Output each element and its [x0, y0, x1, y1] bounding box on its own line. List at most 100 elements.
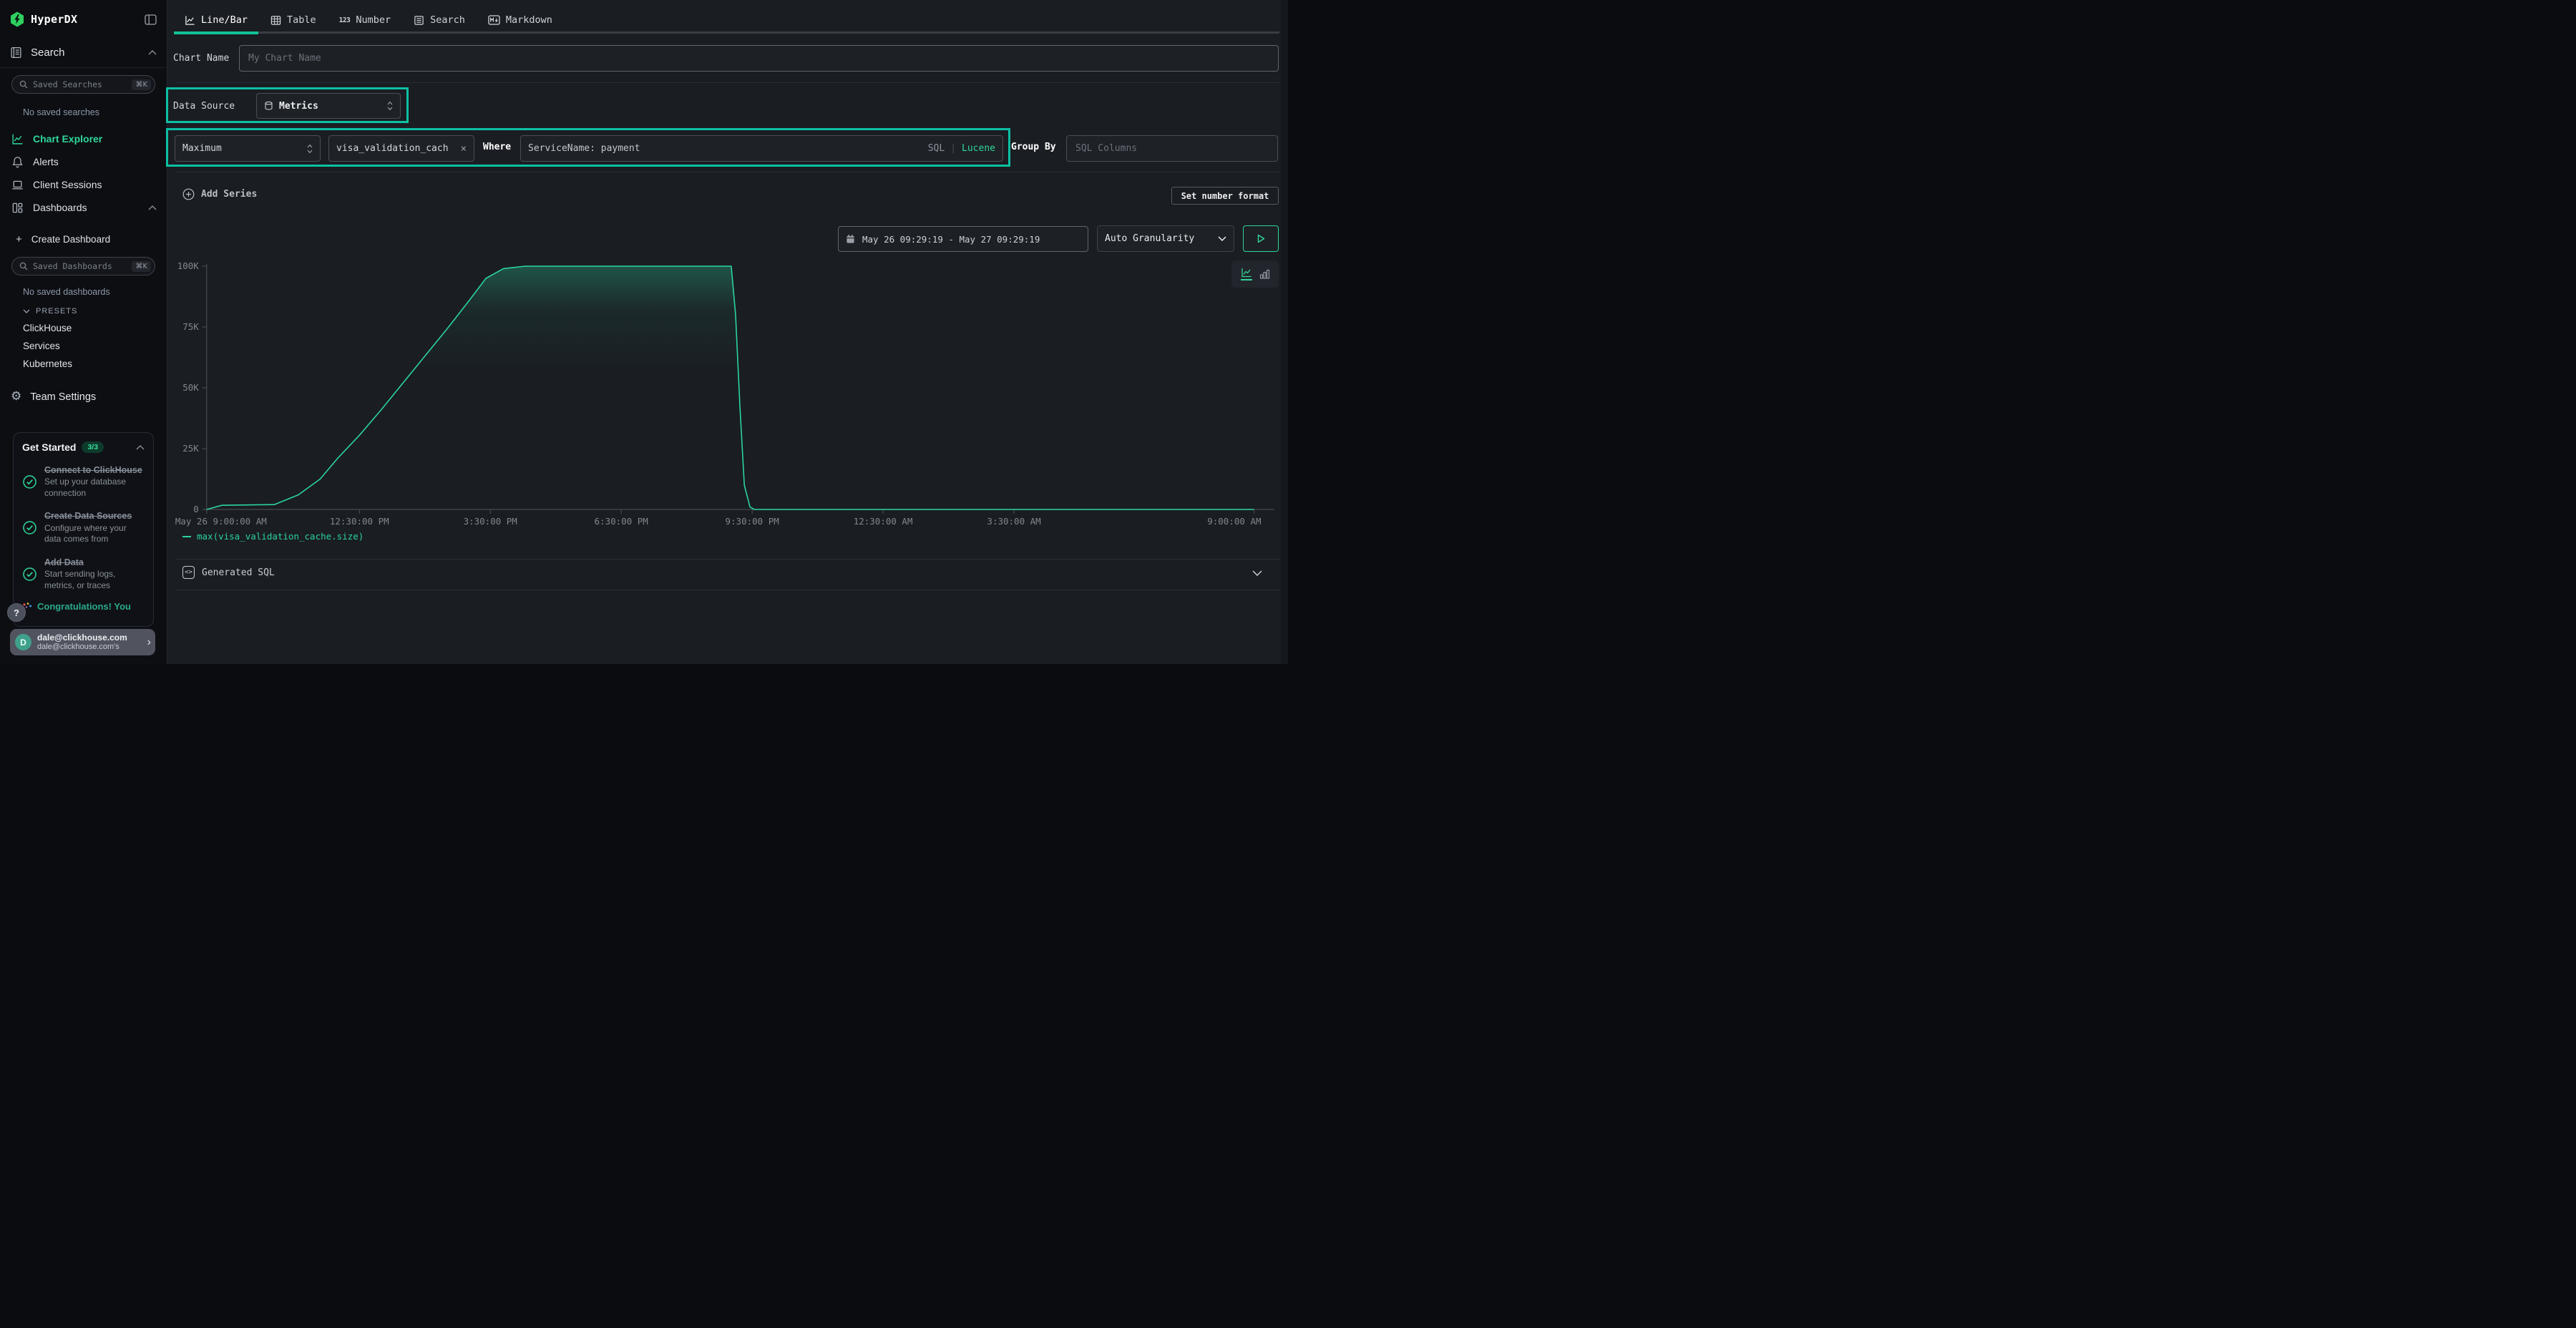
sidebar-item-alerts[interactable]: Alerts	[0, 150, 167, 173]
saved-dashboards-placeholder: Saved Dashboards	[33, 261, 112, 271]
calendar-icon	[846, 234, 855, 244]
completion-banner-partial: Congratulations! You	[22, 601, 145, 612]
chart-name-field[interactable]	[239, 45, 1279, 72]
preset-clickhouse[interactable]: ClickHouse	[23, 323, 167, 333]
tab-underline-active	[174, 31, 258, 34]
sidebar-item-label: Client Sessions	[33, 179, 102, 190]
user-menu[interactable]: D dale@clickhouse.com dale@clickhouse.co…	[10, 629, 155, 655]
date-range-value: May 26 09:29:19 - May 27 09:29:19	[862, 234, 1040, 245]
chevron-down-icon	[23, 309, 30, 313]
logo-row: HyperDX	[0, 0, 167, 27]
timeseries-chart[interactable]: 025K50K75K100KMay 26 9:00:00 AM12:30:00 …	[179, 258, 1281, 533]
create-dashboard-label: Create Dashboard	[31, 234, 110, 245]
check-circle-icon	[22, 567, 37, 582]
chart-name-input[interactable]	[247, 52, 1271, 64]
sidebar-divider	[0, 67, 167, 68]
saved-searches-placeholder: Saved Searches	[33, 79, 102, 89]
svg-text:9:30:00 PM: 9:30:00 PM	[726, 516, 779, 527]
chart-explorer-icon	[11, 133, 24, 145]
get-started-item-sources[interactable]: Create Data Sources Configure where your…	[22, 510, 145, 545]
app-root: HyperDX Search	[0, 0, 1288, 664]
group-by-input[interactable]	[1074, 142, 1270, 155]
table-icon	[270, 15, 281, 26]
generated-sql-label: Generated SQL	[202, 567, 275, 578]
add-series-button[interactable]: Add Series	[182, 188, 257, 200]
mode-separator: |	[950, 143, 956, 154]
svg-text:3:30:00 AM: 3:30:00 AM	[987, 516, 1040, 527]
tab-number[interactable]: 123 Number	[339, 14, 391, 26]
remove-metric-icon[interactable]: ×	[461, 143, 467, 155]
svg-text:100K: 100K	[177, 260, 200, 271]
no-saved-dashboards-text: No saved dashboards	[23, 287, 167, 297]
page-right-gutter	[1281, 0, 1288, 664]
collapse-sidebar-icon[interactable]	[145, 14, 157, 25]
number-123-icon: 123	[339, 16, 351, 24]
sidebar-item-chart-explorer[interactable]: Chart Explorer	[0, 127, 167, 150]
get-started-item-add-data[interactable]: Add Data Start sending logs, metrics, or…	[22, 557, 145, 591]
aggregation-select[interactable]: Maximum	[175, 135, 321, 162]
check-circle-icon	[22, 474, 37, 489]
svg-text:0: 0	[193, 504, 199, 514]
create-dashboard-button[interactable]: + Create Dashboard	[0, 228, 167, 250]
add-series-label: Add Series	[201, 189, 257, 200]
completion-banner-text: Congratulations! You	[37, 601, 131, 612]
sql-mode-toggle[interactable]: SQL	[928, 143, 945, 154]
get-started-title: Get Started	[22, 441, 76, 453]
tab-line-bar[interactable]: Line/Bar	[185, 14, 248, 26]
tab-markdown[interactable]: Markdown	[488, 14, 552, 26]
generated-sql-toggle[interactable]: <> Generated SQL	[182, 566, 275, 579]
help-button[interactable]: ?	[7, 603, 26, 622]
plus-icon: +	[16, 233, 22, 245]
metric-name: visa_validation_cach	[336, 143, 449, 154]
presets-label: PRESETS	[36, 307, 77, 316]
preset-services[interactable]: Services	[23, 341, 167, 351]
run-query-button[interactable]	[1243, 225, 1279, 252]
presets-toggle[interactable]: PRESETS	[23, 307, 167, 316]
data-source-value: Metrics	[279, 101, 318, 112]
group-by-label: Group By	[1011, 142, 1056, 152]
tab-search[interactable]: Search	[414, 14, 465, 26]
tab-label: Number	[356, 14, 391, 26]
data-source-select[interactable]: Metrics	[256, 93, 401, 119]
tab-label: Search	[430, 14, 465, 26]
add-circle-icon	[182, 188, 195, 200]
legend-item[interactable]: max(visa_validation_cache.size)	[182, 531, 364, 542]
get-started-progress-badge: 3/3	[82, 441, 104, 453]
aggregation-value: Maximum	[182, 143, 222, 154]
saved-searches-input[interactable]: Saved Searches ⌘K	[11, 75, 155, 94]
chevron-down-icon[interactable]	[1252, 570, 1262, 576]
set-number-format-button[interactable]: Set number format	[1171, 187, 1279, 205]
chevron-up-icon	[148, 50, 157, 55]
metric-tag[interactable]: visa_validation_cach ×	[328, 135, 474, 162]
tab-table[interactable]: Table	[270, 14, 316, 26]
get-started-item-connect[interactable]: Connect to ClickHouse Set up your databa…	[22, 464, 145, 499]
svg-text:12:30:00 AM: 12:30:00 AM	[854, 516, 913, 527]
sidebar-item-label: Alerts	[33, 156, 59, 167]
preset-kubernetes[interactable]: Kubernetes	[23, 358, 167, 369]
legend-label: max(visa_validation_cache.size)	[197, 531, 364, 542]
team-settings-button[interactable]: ⚙ Team Settings	[11, 391, 167, 403]
date-range-picker[interactable]: May 26 09:29:19 - May 27 09:29:19	[838, 226, 1088, 252]
granularity-select[interactable]: Auto Granularity	[1097, 225, 1234, 252]
sidebar-item-dashboards[interactable]: Dashboards	[0, 196, 167, 219]
sidebar-nav: Chart Explorer Alerts Client Sessions	[0, 127, 167, 219]
group-by-field[interactable]	[1066, 135, 1278, 162]
divider	[176, 82, 1279, 83]
sidebar-section-search[interactable]: Search	[0, 27, 167, 67]
database-icon	[264, 101, 273, 111]
svg-text:12:30:00 PM: 12:30:00 PM	[330, 516, 389, 527]
markdown-icon	[488, 15, 500, 25]
sidebar-item-label: Chart Explorer	[33, 133, 102, 145]
bell-icon	[11, 156, 24, 168]
get-started-item-title: Create Data Sources	[44, 510, 145, 522]
where-field[interactable]: ServiceName: payment SQL | Lucene	[520, 135, 1003, 162]
no-saved-searches-text: No saved searches	[23, 107, 167, 117]
sidebar-item-client-sessions[interactable]: Client Sessions	[0, 173, 167, 196]
gear-icon: ⚙	[11, 391, 21, 403]
brand-title: HyperDX	[31, 13, 77, 26]
svg-text:May 26 9:00:00 AM: May 26 9:00:00 AM	[175, 516, 267, 527]
chevron-up-icon[interactable]	[136, 445, 145, 450]
saved-dashboards-input[interactable]: Saved Dashboards ⌘K	[11, 257, 155, 275]
svg-text:3:30:00 PM: 3:30:00 PM	[464, 516, 517, 527]
lucene-mode-toggle[interactable]: Lucene	[962, 143, 995, 154]
